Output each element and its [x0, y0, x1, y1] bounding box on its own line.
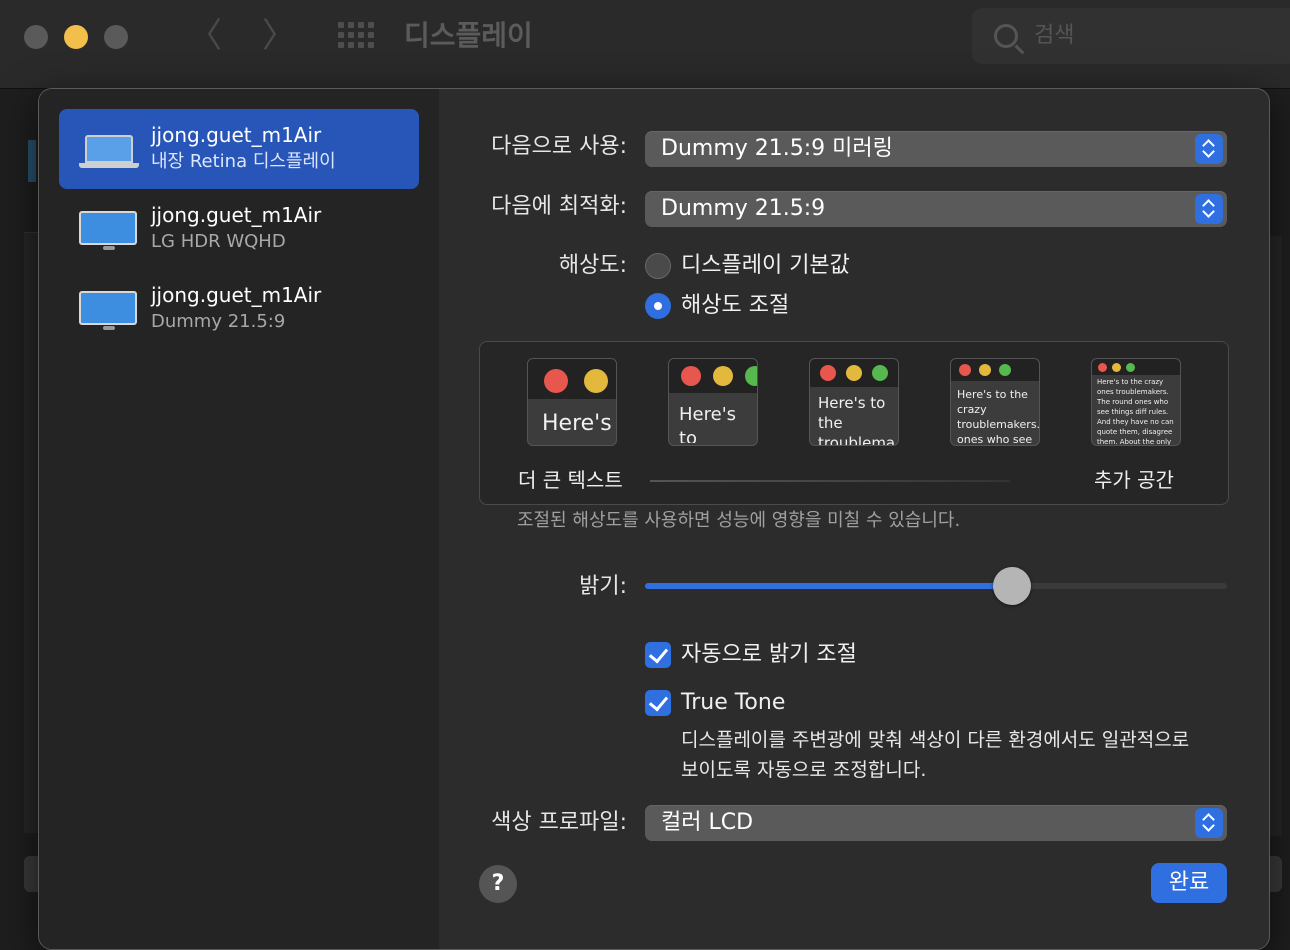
display-type: LG HDR WQHD: [151, 231, 286, 252]
true-tone-description: 디스플레이를 주변광에 맞춰 색상이 다른 환경에서도 일관적으로 보이도록 자…: [681, 729, 1190, 781]
forward-arrow-icon[interactable]: 〉: [262, 16, 296, 56]
show-all-grid-icon[interactable]: [338, 22, 374, 50]
performance-note: 조절된 해상도를 사용하면 성능에 영향을 미칠 수 있습니다.: [517, 510, 961, 531]
color-profile-label: 색상 프로파일:: [491, 810, 627, 835]
display-sidebar: jjong.guet_m1Air 내장 Retina 디스플레이 jjong.g…: [39, 89, 439, 949]
minimize-button[interactable]: [64, 25, 88, 49]
use-as-label: 다음으로 사용:: [491, 134, 627, 159]
sidebar-item-lg-display[interactable]: jjong.guet_m1Air LG HDR WQHD: [59, 189, 419, 269]
done-button[interactable]: 완료: [1151, 863, 1227, 903]
popup-arrows-icon: [1195, 808, 1223, 838]
use-as-value: Dummy 21.5:9 미러링: [661, 136, 893, 161]
scale-preview-text: Here's: [542, 411, 612, 436]
display-type: Dummy 21.5:9: [151, 311, 286, 332]
display-name: jjong.guet_m1Air: [151, 203, 322, 227]
scale-preview-text: Here's to the troublema ones who: [818, 394, 896, 445]
monitor-icon: [79, 211, 137, 250]
scale-preview-text: Here's to the crazy ones troublemakers. …: [1097, 378, 1174, 445]
window-title: 디스플레이: [404, 19, 533, 52]
laptop-icon: [79, 135, 139, 168]
scale-preview-text: Here's to the crazy troublemakers. ones …: [957, 388, 1039, 446]
true-tone-checkbox[interactable]: [645, 690, 671, 716]
resolution-default-radio[interactable]: [645, 253, 671, 279]
display-type: 내장 Retina 디스플레이: [151, 151, 336, 172]
scale-option-4[interactable]: Here's to the crazy troublemakers. ones …: [950, 358, 1040, 446]
close-button[interactable]: [24, 25, 48, 49]
brightness-slider[interactable]: [645, 567, 1227, 605]
sidebar-item-builtin-display[interactable]: jjong.guet_m1Air 내장 Retina 디스플레이: [59, 109, 419, 189]
scale-preview-text: Here's to troublem: [679, 404, 737, 443]
optimize-for-popup[interactable]: Dummy 21.5:9: [645, 191, 1227, 227]
scale-option-1[interactable]: Here's: [527, 358, 617, 446]
auto-brightness-checkbox[interactable]: [645, 642, 671, 668]
optimize-value: Dummy 21.5:9: [661, 196, 826, 221]
true-tone-label[interactable]: True Tone: [681, 687, 785, 719]
scale-option-2[interactable]: Here's to troublem: [668, 358, 758, 446]
color-profile-popup[interactable]: 컬러 LCD: [645, 805, 1227, 841]
scale-option-3[interactable]: Here's to the troublema ones who: [809, 358, 899, 446]
back-arrow-icon[interactable]: 〈: [188, 16, 222, 56]
use-as-popup[interactable]: Dummy 21.5:9 미러링: [645, 131, 1227, 167]
display-settings-sheet: jjong.guet_m1Air 내장 Retina 디스플레이 jjong.g…: [38, 88, 1270, 950]
scale-option-5[interactable]: Here's to the crazy ones troublemakers. …: [1091, 358, 1181, 446]
search-placeholder: 검색: [1034, 23, 1075, 48]
resolution-scaled-label[interactable]: 해상도 조절: [681, 290, 789, 322]
auto-brightness-label[interactable]: 자동으로 밝기 조절: [681, 639, 857, 671]
background-window-fragment: [1268, 236, 1282, 836]
search-field[interactable]: 검색: [972, 8, 1290, 64]
resolution-default-label[interactable]: 디스플레이 기본값: [681, 250, 850, 282]
search-icon: [994, 24, 1018, 48]
resolution-label: 해상도:: [558, 253, 627, 278]
optimize-label: 다음에 최적화:: [491, 194, 627, 219]
zoom-button[interactable]: [104, 25, 128, 49]
color-profile-value: 컬러 LCD: [661, 810, 754, 835]
sidebar-item-dummy-display[interactable]: jjong.guet_m1Air Dummy 21.5:9: [59, 269, 419, 349]
brightness-label: 밝기:: [579, 574, 627, 599]
title-bar: 〈 〉 디스플레이 검색: [0, 0, 1290, 89]
larger-text-label: 더 큰 텍스트: [518, 468, 623, 492]
display-name: jjong.guet_m1Air: [151, 123, 322, 147]
brightness-slider-knob[interactable]: [992, 567, 1031, 605]
popup-arrows-icon: [1195, 194, 1223, 224]
help-button[interactable]: ?: [479, 865, 517, 903]
resolution-scaled-radio[interactable]: [645, 293, 671, 319]
background-window-fragment: [28, 140, 36, 182]
scaled-resolution-picker: Here's Here's to troublem Here's to the …: [479, 341, 1229, 505]
brightness-fill: [645, 583, 1012, 589]
display-name: jjong.guet_m1Air: [151, 283, 322, 307]
more-space-label: 추가 공간: [1094, 468, 1174, 492]
popup-arrows-icon: [1195, 134, 1223, 164]
monitor-icon: [79, 291, 137, 330]
scale-divider: [650, 480, 1010, 482]
